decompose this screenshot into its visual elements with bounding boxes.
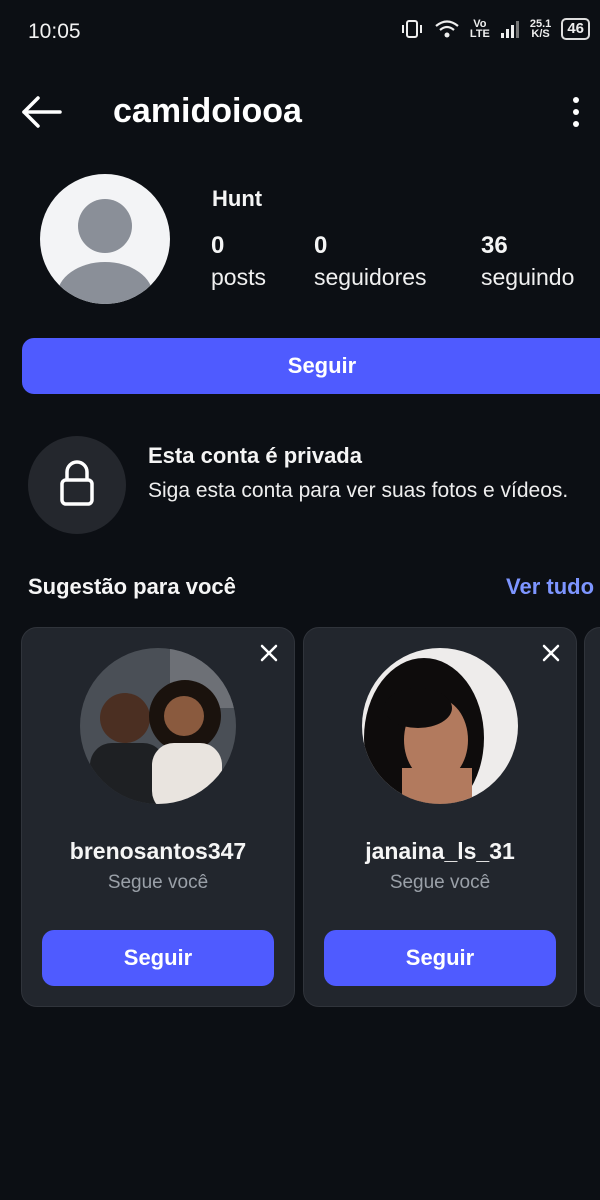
stat-followers-label: seguidores [314, 264, 427, 290]
display-name: Hunt [212, 186, 263, 211]
volte-indicator: Vo LTE [469, 19, 490, 40]
status-time: 10:05 [28, 20, 81, 43]
private-account-description: Siga esta conta para ver suas fotos e ví… [148, 479, 569, 502]
suggestion-username[interactable]: janaina_ls_31 [304, 838, 576, 865]
volte-bottom: LTE [469, 28, 490, 40]
suggestion-avatar[interactable] [362, 648, 518, 804]
stat-following-value: 36 [481, 232, 508, 259]
default-avatar-icon [57, 199, 153, 304]
back-button[interactable] [20, 92, 64, 132]
suggestion-subtitle: Segue você [389, 872, 491, 893]
suggestion-follow-button[interactable]: Seguir [42, 930, 274, 986]
vibrate-icon [401, 20, 422, 38]
stat-followers[interactable]: 0 seguidores [314, 232, 427, 291]
dismiss-suggestion-button[interactable] [540, 642, 562, 664]
stat-posts[interactable]: 0 posts [211, 232, 266, 291]
user-photo [362, 648, 518, 804]
suggestion-card-partial[interactable] [584, 627, 600, 1007]
dismiss-suggestion-button[interactable] [258, 642, 280, 664]
close-icon [260, 644, 278, 662]
suggestion-subtitle: Segue você [107, 872, 209, 893]
suggestion-follow-button[interactable]: Seguir [324, 930, 556, 986]
stat-following-label: seguindo [481, 264, 575, 290]
suggestion-card[interactable]: brenosantos347 Segue você Seguir [21, 627, 295, 1007]
wifi-icon [435, 20, 459, 38]
see-all-link[interactable]: Ver tudo [506, 574, 594, 600]
arrow-left-icon [22, 96, 62, 128]
stat-followers-value: 0 [314, 232, 328, 259]
status-icons: Vo LTE 25.1 K/S 46 [400, 18, 590, 40]
stat-posts-value: 0 [211, 232, 225, 259]
suggestions-title: Sugestão para você [28, 574, 236, 599]
more-options-button[interactable] [560, 94, 592, 130]
signal-icon [500, 21, 519, 38]
more-vertical-icon [573, 97, 579, 127]
follow-button[interactable]: Seguir [22, 338, 600, 394]
speed-unit: K/S [531, 28, 550, 40]
suggestion-card[interactable]: janaina_ls_31 Segue você Seguir [303, 627, 577, 1007]
battery-indicator: 46 [561, 18, 590, 40]
user-photo [80, 648, 236, 804]
profile-avatar [40, 174, 170, 304]
profile-username: camidoiooa [113, 92, 302, 130]
suggestion-avatar[interactable] [80, 648, 236, 804]
lock-icon [60, 460, 94, 506]
stat-following[interactable]: 36 seguindo [481, 232, 574, 291]
private-account-title: Esta conta é privada [148, 443, 362, 468]
stat-posts-label: posts [211, 264, 266, 290]
lock-badge [28, 436, 126, 534]
close-icon [542, 644, 560, 662]
suggestion-username[interactable]: brenosantos347 [22, 838, 294, 865]
network-speed: 25.1 K/S [530, 19, 551, 40]
